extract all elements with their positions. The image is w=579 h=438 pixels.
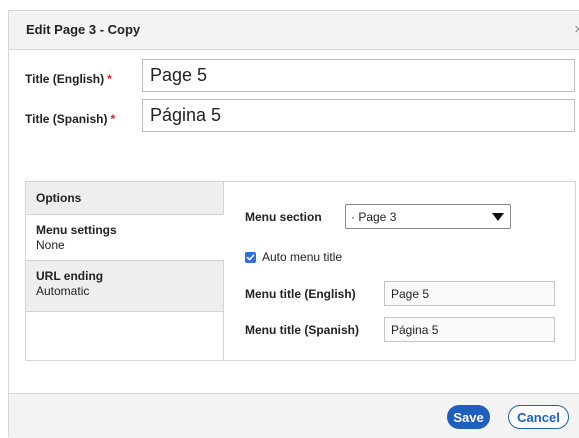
dialog-title: Edit Page 3 - Copy (26, 22, 141, 37)
title-spanish-label-text: Title (Spanish) (25, 112, 108, 126)
title-english-label-text: Title (English) (25, 72, 105, 86)
checkmark-icon (246, 254, 255, 261)
menu-section-label: Menu section (245, 210, 322, 224)
menu-section-select[interactable]: · Page 3 (345, 204, 511, 229)
tab-url-ending-subtitle: Automatic (36, 284, 90, 298)
cancel-button[interactable]: Cancel (508, 405, 569, 429)
title-english-label: Title (English) * (25, 72, 112, 86)
dialog-titlebar: Edit Page 3 - Copy × (9, 11, 579, 50)
close-icon[interactable]: × (574, 21, 579, 38)
tab-options-title: Options (36, 191, 82, 205)
settings-panel: Options Menu settings None URL ending Au… (25, 181, 576, 361)
tab-menu-settings-subtitle: None (36, 238, 65, 252)
dialog-footer: Save Cancel (9, 393, 579, 438)
dropdown-arrow-icon (492, 213, 504, 221)
menu-title-english-label: Menu title (English) (245, 287, 356, 301)
edit-page-dialog: Edit Page 3 - Copy × Title (English)* Ti… (8, 10, 579, 438)
save-button[interactable]: Save (447, 405, 490, 429)
required-mark: * (107, 72, 112, 86)
menu-title-spanish-input[interactable] (384, 317, 555, 342)
menu-section-value: · Page 3 (351, 210, 397, 224)
tab-menu-settings[interactable]: Menu settings None (26, 215, 224, 260)
tab-url-ending[interactable]: URL ending Automatic (26, 260, 224, 312)
auto-menu-title-label: Auto menu title (262, 250, 343, 264)
menu-title-english-input[interactable] (384, 281, 555, 306)
required-mark: * (110, 112, 116, 126)
tab-url-ending-title: URL ending (36, 269, 104, 283)
menu-title-spanish-label: Menu title (Spanish) (245, 323, 359, 337)
auto-menu-title-checkbox[interactable] (245, 252, 256, 263)
tab-options[interactable]: Options (26, 182, 224, 215)
tab-menu-settings-title: Menu settings (36, 223, 117, 237)
title-spanish-label: Title (Spanish) * (25, 112, 115, 126)
title-spanish-input[interactable] (142, 99, 575, 132)
tab-column-filler (26, 312, 224, 360)
title-english-input[interactable] (142, 59, 575, 92)
